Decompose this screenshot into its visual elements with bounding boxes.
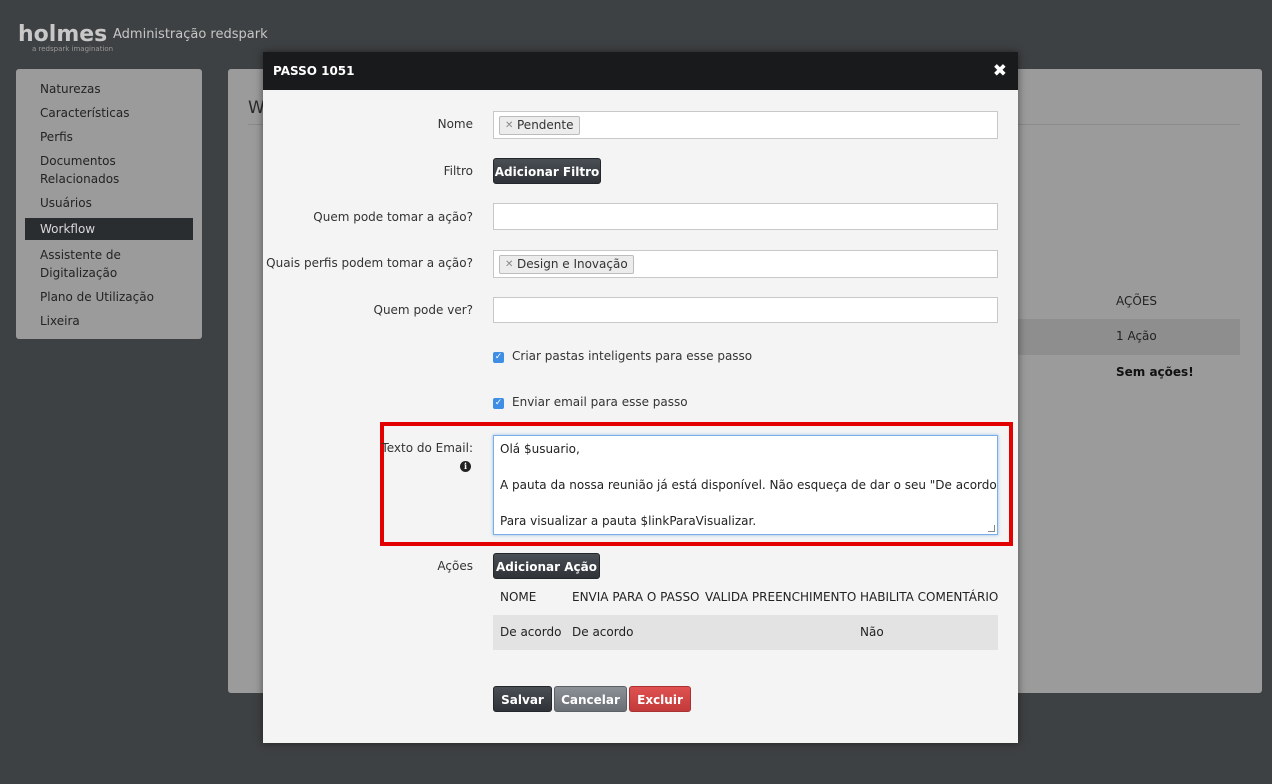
column-header-envia: ENVIA PARA O PASSO (572, 590, 700, 604)
table-row[interactable] (493, 615, 998, 650)
close-icon[interactable]: ✖ (993, 62, 1007, 80)
cancel-button[interactable]: Cancelar (554, 686, 627, 712)
email-line: A pauta da nossa reunião já está disponí… (500, 478, 998, 492)
remove-tag-icon[interactable]: ✕ (505, 256, 513, 273)
info-icon[interactable]: i (460, 461, 471, 472)
email-text-label: Texto do Email: (381, 441, 473, 455)
sidebar-item-assistente-digitalizacao[interactable]: Assistente de Digitalização (16, 246, 202, 282)
remove-tag-icon[interactable]: ✕ (505, 117, 513, 134)
modal-title: PASSO 1051 (273, 64, 355, 78)
sidebar-item-naturezas[interactable]: Naturezas (16, 80, 202, 98)
quem-ver-input[interactable] (493, 297, 998, 323)
add-action-button[interactable]: Adicionar Ação (493, 553, 600, 579)
modal-header: PASSO 1051 ✖ (263, 52, 1018, 90)
column-header-acoes: AÇÕES (1116, 294, 1158, 308)
sidebar: Naturezas Características Perfis Documen… (16, 69, 202, 339)
pastas-checkbox-label: Criar pastas inteligents para esse passo (512, 349, 753, 363)
email-line: Para visualizar a pauta $linkParaVisuali… (500, 514, 757, 528)
top-bar: holmes a redspark imagination Administra… (0, 0, 1272, 60)
tag-label: Design e Inovação (517, 257, 628, 271)
passo-modal: PASSO 1051 ✖ Nome ✕ Pendente Filtro Adic… (263, 52, 1018, 743)
table-cell-habilita: Não (860, 625, 884, 639)
email-checkbox[interactable]: ✓ (493, 398, 504, 409)
email-checkbox-label: Enviar email para esse passo (512, 395, 688, 409)
delete-button[interactable]: Excluir (629, 686, 691, 712)
app-title: Administração redspark (113, 27, 268, 42)
resize-handle-icon[interactable] (988, 525, 995, 532)
column-header-valida: VALIDA PREENCHIMENTO (705, 590, 857, 604)
sidebar-item-caracteristicas[interactable]: Características (16, 104, 202, 122)
email-line (500, 494, 991, 512)
save-button[interactable]: Salvar (493, 686, 552, 712)
email-line (500, 458, 991, 476)
table-cell-nome: De acordo (500, 625, 562, 639)
sidebar-item-lixeira[interactable]: Lixeira (16, 312, 202, 330)
perfis-field[interactable]: ✕ Design e Inovação (493, 250, 998, 278)
nome-tag: ✕ Pendente (499, 116, 580, 135)
pastas-checkbox[interactable]: ✓ (493, 352, 504, 363)
perfis-tag: ✕ Design e Inovação (499, 255, 634, 274)
filtro-label: Filtro (443, 164, 473, 178)
column-header-habilita: HABILITA COMENTÁRIO (860, 590, 999, 604)
quem-ver-label: Quem pode ver? (373, 303, 474, 317)
column-header-nome: NOME (500, 590, 537, 604)
quem-tomar-label: Quem pode tomar a ação? (313, 210, 473, 224)
sidebar-item-documentos-relacionados[interactable]: Documentos Relacionados (16, 152, 202, 188)
logo-tagline: a redspark imagination (32, 45, 114, 53)
sidebar-item-workflow[interactable]: Workflow (25, 218, 193, 240)
tag-label: Pendente (517, 118, 574, 132)
table-cell-envia: De acordo (572, 625, 634, 639)
sidebar-item-perfis[interactable]: Perfis (16, 128, 202, 146)
table-cell-acoes: Sem ações! (1116, 365, 1194, 379)
email-textarea[interactable]: Olá $usuario, A pauta da nossa reunião j… (493, 435, 998, 535)
nome-field[interactable]: ✕ Pendente (493, 111, 998, 139)
nome-label: Nome (437, 117, 473, 131)
add-filter-button[interactable]: Adicionar Filtro (493, 158, 601, 184)
sidebar-item-usuarios[interactable]: Usuários (16, 194, 202, 212)
acoes-label: Ações (437, 559, 473, 573)
email-line: Olá $usuario, (500, 442, 580, 456)
table-cell-acoes: 1 Ação (1116, 329, 1157, 343)
perfis-label: Quais perfis podem tomar a ação? (266, 256, 473, 270)
holmes-logo[interactable]: holmes (18, 22, 107, 47)
quem-tomar-input[interactable] (493, 203, 998, 230)
sidebar-item-plano-utilizacao[interactable]: Plano de Utilização (16, 288, 202, 306)
